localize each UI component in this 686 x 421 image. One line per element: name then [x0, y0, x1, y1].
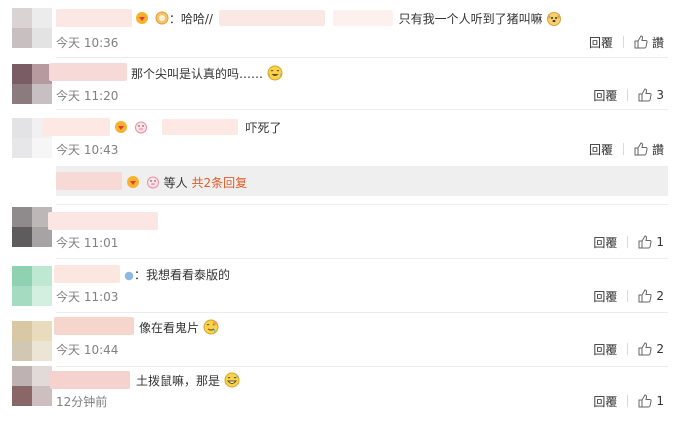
- divider: [627, 236, 629, 248]
- avatar[interactable]: [12, 266, 52, 306]
- avatar[interactable]: [12, 366, 52, 406]
- thumbs-up-icon[interactable]: [638, 342, 652, 356]
- comment-text: 像在看鬼片: [139, 321, 200, 335]
- dog-face-emoji: [547, 12, 562, 26]
- comment-time: 今天 10:43: [56, 143, 119, 157]
- like-count[interactable]: 2: [656, 342, 664, 356]
- pig-face-icon: [134, 121, 147, 134]
- sub-reply-text: 等人: [163, 176, 188, 190]
- vip-badge-icon: [136, 12, 148, 24]
- divider: [627, 395, 629, 407]
- comment-actions: 回覆 讚: [589, 141, 664, 157]
- thumbs-up-icon[interactable]: [634, 35, 648, 49]
- like-label[interactable]: 讚: [652, 34, 664, 51]
- vip-badge-icon: [127, 176, 139, 188]
- comment-actions: 回覆 讚: [589, 34, 664, 50]
- avatar[interactable]: [12, 8, 52, 48]
- comment-actions: 回覆 1: [593, 234, 664, 250]
- reply-button[interactable]: 回覆: [593, 393, 617, 410]
- comment-actions: 回覆 2: [593, 288, 664, 304]
- like-count[interactable]: 1: [656, 235, 664, 249]
- pig-face-icon: [146, 176, 159, 189]
- comment-actions: 回覆 3: [593, 87, 664, 103]
- reply-button[interactable]: 回覆: [589, 34, 613, 51]
- comment-text: ：我想看看泰版的: [134, 268, 231, 282]
- username-blurred[interactable]: [54, 265, 120, 283]
- thumbs-up-icon[interactable]: [634, 142, 648, 156]
- like-count[interactable]: 3: [656, 88, 664, 102]
- reply-button[interactable]: 回覆: [593, 234, 617, 251]
- comment-time: 今天 11:01: [56, 236, 119, 250]
- redacted-text: [218, 10, 325, 26]
- comment-text: 那个尖叫是认真的吗……: [131, 67, 264, 81]
- comment-content: 吓死了: [112, 119, 282, 136]
- comment-text: 吓死了: [245, 121, 282, 135]
- view-more-replies-link[interactable]: 共2条回复: [192, 176, 248, 190]
- thumbs-up-icon[interactable]: [638, 88, 652, 102]
- laughing-tears-emoji: [267, 65, 283, 81]
- divider: [627, 343, 629, 355]
- reply-button[interactable]: 回覆: [593, 341, 617, 358]
- like-count[interactable]: 1: [656, 394, 664, 408]
- reply-button[interactable]: 回覆: [593, 288, 617, 305]
- redacted-text: [332, 10, 393, 26]
- comment-content: ：哈哈// 只有我一个人听到了猪叫嘛: [133, 10, 562, 27]
- avatar[interactable]: [12, 64, 52, 104]
- comment-content: 像在看鬼片: [139, 319, 219, 336]
- medal-icon: [155, 11, 169, 25]
- comment-item: 今天 11:01 回覆 1: [0, 205, 686, 259]
- username-blurred[interactable]: [56, 172, 122, 190]
- username-blurred[interactable]: [54, 317, 134, 335]
- reply-button[interactable]: 回覆: [593, 87, 617, 104]
- comment-item: 像在看鬼片 今天 10:44 回覆 2: [0, 313, 686, 367]
- comment-time: 12分钟前: [56, 395, 108, 409]
- thumbs-up-icon[interactable]: [638, 289, 652, 303]
- comment-item: 土拨鼠嘛，那是 12分钟前 回覆 1: [0, 366, 686, 421]
- username-blurred[interactable]: [48, 212, 158, 230]
- divider: [627, 89, 629, 101]
- thumbs-up-icon[interactable]: [638, 394, 652, 408]
- thumbs-up-icon[interactable]: [638, 235, 652, 249]
- comment-text: 只有我一个人听到了猪叫嘛: [398, 12, 543, 26]
- comment-content: 土拨鼠嘛，那是: [136, 372, 240, 389]
- comment-actions: 回覆 2: [593, 341, 664, 357]
- comment-time: 今天 11:20: [56, 89, 119, 103]
- divider: [627, 290, 629, 302]
- divider: [622, 36, 624, 48]
- username-blurred[interactable]: [56, 9, 132, 27]
- user-badge-icon: [124, 271, 134, 281]
- redacted-text: [161, 119, 238, 135]
- comment-actions: 回覆 1: [593, 393, 664, 409]
- reply-button[interactable]: 回覆: [589, 141, 613, 158]
- comment-item: ：哈哈// 只有我一个人听到了猪叫嘛 今天 10:36 回覆 讚: [0, 0, 686, 58]
- comment-content: 那个尖叫是认真的吗……: [131, 65, 283, 82]
- username-blurred[interactable]: [49, 63, 127, 81]
- vip-badge-icon: [115, 121, 127, 133]
- like-label[interactable]: 讚: [652, 141, 664, 158]
- divider: [622, 143, 624, 155]
- comment-text: 土拨鼠嘛，那是: [136, 374, 221, 388]
- comment-content: ：我想看看泰版的: [122, 266, 230, 283]
- grinning-sweat-emoji: [224, 372, 240, 388]
- comment-time: 今天 10:44: [56, 343, 119, 357]
- comment-item: 那个尖叫是认真的吗…… 今天 11:20 回覆 3: [0, 58, 686, 110]
- sub-replies-panel: 等人 共2条回复: [56, 166, 668, 196]
- username-blurred[interactable]: [42, 118, 110, 136]
- comment-text-prefix: ：哈哈//: [168, 12, 213, 26]
- comment-item: ：我想看看泰版的 今天 11:03 回覆 2: [0, 259, 686, 313]
- username-blurred[interactable]: [50, 371, 130, 389]
- sub-reply-summary: 等人 共2条回复: [124, 174, 247, 191]
- drooling-face-emoji: [203, 319, 219, 335]
- avatar[interactable]: [12, 321, 52, 361]
- comment-time: 今天 11:03: [56, 290, 119, 304]
- avatar[interactable]: [12, 207, 52, 247]
- like-count[interactable]: 2: [656, 289, 664, 303]
- comment-time: 今天 10:36: [56, 36, 119, 50]
